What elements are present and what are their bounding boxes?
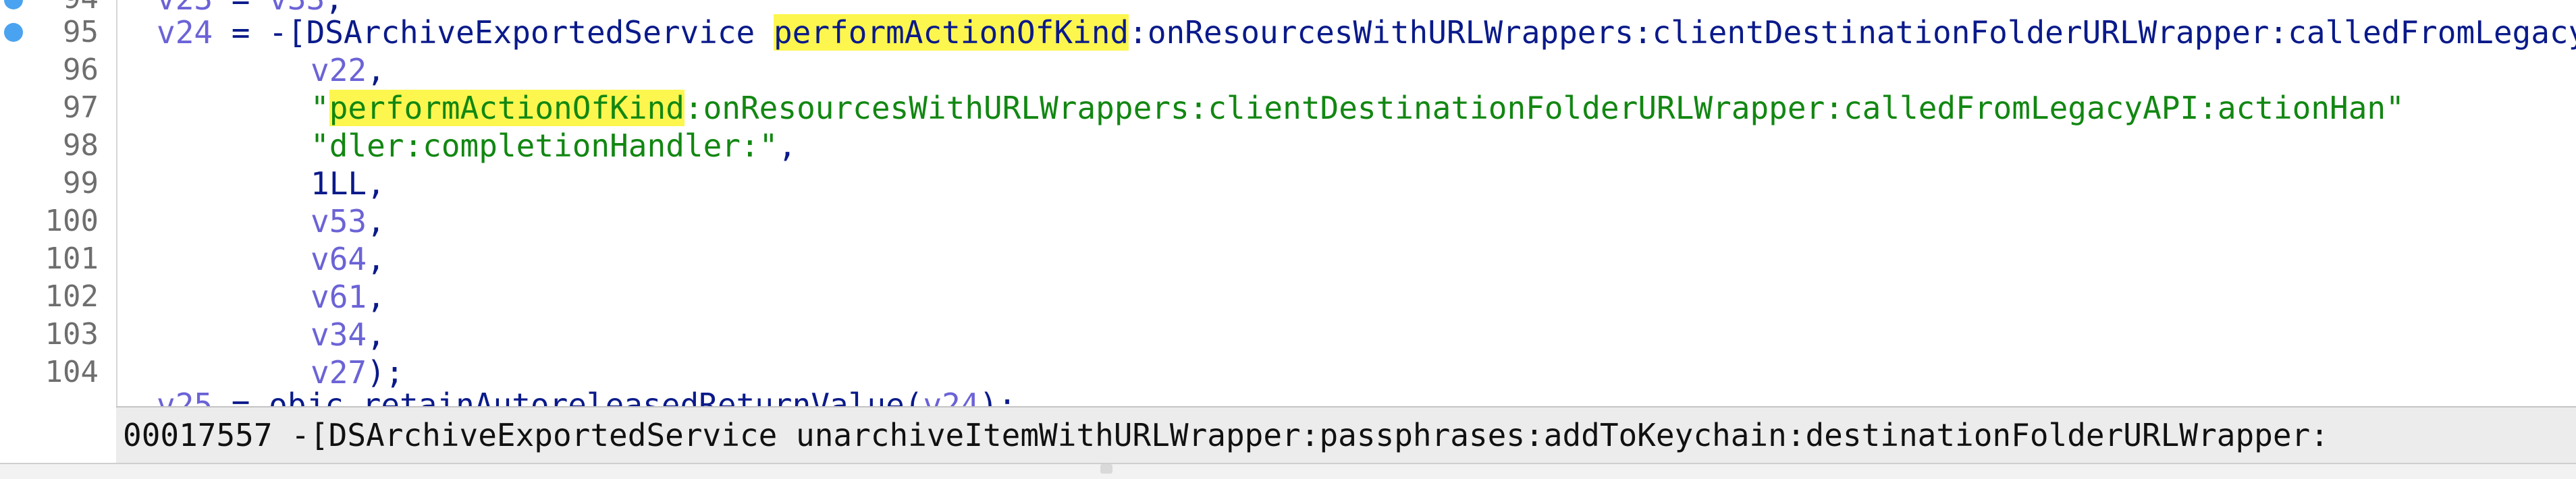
variable-token[interactable]: v27: [311, 354, 367, 391]
numeric-literal: 1LL: [311, 165, 367, 202]
line-number: 102: [45, 279, 99, 314]
splitter-grip-icon[interactable]: [1100, 464, 1112, 474]
line-number-gutter: 94 95 96 97 98 99 100 101 102 103 104: [0, 0, 117, 406]
code-text: );: [979, 387, 1017, 406]
line-number: 98: [63, 128, 99, 163]
variable-token[interactable]: v61: [311, 279, 367, 315]
line-number: 100: [45, 204, 99, 238]
code-text: ,: [778, 128, 797, 164]
variable-token[interactable]: v24: [157, 14, 213, 51]
code-line-95[interactable]: v24 = -[DSArchiveExportedService perform…: [157, 13, 2576, 51]
code-line-99[interactable]: 1LL,: [311, 165, 385, 202]
line-number: 96: [63, 53, 99, 87]
code-text: = -[DSArchiveExportedService: [213, 14, 774, 51]
string-literal: "dler:completionHandler:": [311, 128, 778, 164]
variable-token[interactable]: v22: [311, 52, 367, 88]
code-text: ,: [367, 316, 385, 353]
line-number: 97: [63, 90, 99, 125]
line-number: 101: [45, 242, 99, 276]
line-number: 99: [63, 166, 99, 200]
variable-token[interactable]: v34: [311, 316, 367, 353]
code-line-102[interactable]: v61,: [311, 278, 385, 316]
function-signature-statusbar: 00017557 -[DSArchiveExportedService unar…: [116, 406, 2576, 463]
variable-token[interactable]: v24: [923, 387, 979, 406]
code-text: ,: [367, 165, 385, 202]
code-line-97[interactable]: "performActionOfKind:onResourcesWithURLW…: [311, 89, 2405, 127]
code-line-103[interactable]: v34,: [311, 316, 385, 354]
code-text: :onResourcesWithURLWrappers:clientDestin…: [1129, 14, 2576, 51]
code-line-98[interactable]: "dler:completionHandler:",: [311, 127, 797, 165]
bottom-pane-splitter[interactable]: [0, 463, 2576, 479]
variable-token[interactable]: v53: [311, 203, 367, 240]
pseudocode-view[interactable]: v23 = v33; v24 = -[DSArchiveExportedServ…: [116, 0, 2576, 406]
code-line-101[interactable]: v64,: [311, 240, 385, 278]
highlighted-selector[interactable]: performActionOfKind: [329, 90, 685, 126]
variable-token[interactable]: v25: [157, 387, 213, 406]
highlighted-selector[interactable]: performActionOfKind: [773, 14, 1129, 51]
line-number: 104: [45, 355, 99, 389]
string-literal: :onResourcesWithURLWrappers:clientDestin…: [684, 90, 2405, 126]
code-text: ,: [367, 279, 385, 315]
code-line-96[interactable]: v22,: [311, 51, 385, 89]
line-number: 95: [63, 15, 99, 49]
code-line-105[interactable]: v25 = objc_retainAutoreleasedReturnValue…: [157, 386, 1017, 406]
string-quote: ": [311, 90, 329, 126]
code-text: );: [367, 354, 404, 391]
code-text: ,: [367, 203, 385, 240]
variable-token[interactable]: v64: [311, 241, 367, 277]
code-text: ,: [367, 52, 385, 88]
code-text: = objc_retainAutoreleasedReturnValue(: [213, 387, 923, 406]
code-text: ,: [367, 241, 385, 277]
code-line-100[interactable]: v53,: [311, 202, 385, 240]
line-number: 103: [45, 317, 99, 351]
